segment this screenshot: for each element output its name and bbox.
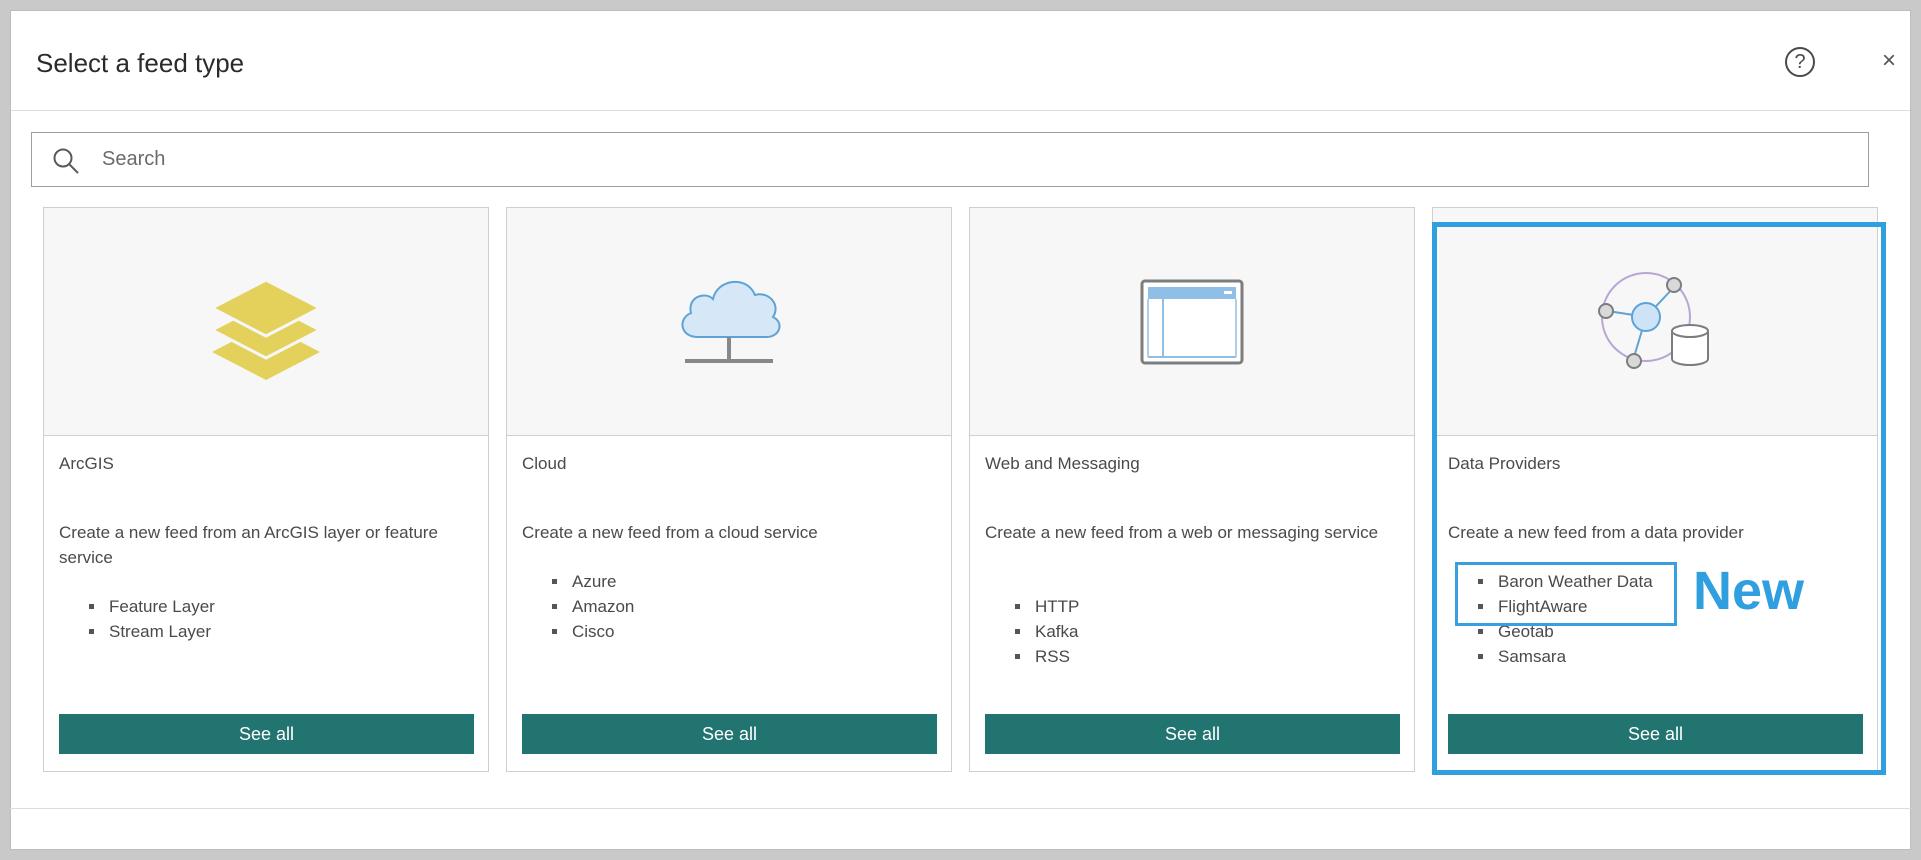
card-description: Create a new feed from a data provider	[1448, 523, 1744, 542]
data-provider-network-icon	[1598, 271, 1709, 369]
help-icon[interactable]: ?	[1785, 47, 1815, 77]
new-annotation-label: New	[1693, 561, 1805, 621]
card-description: Create a new feed from a web or messagin…	[985, 523, 1379, 542]
browser-window-icon	[1140, 279, 1244, 364]
list-item: HTTP	[1014, 594, 1079, 619]
card-visual	[970, 208, 1414, 436]
card-title: Data Providers	[1448, 454, 1561, 473]
list-item: RSS	[1014, 644, 1079, 669]
dialog-title: Select a feed type	[36, 48, 245, 78]
card-title: ArcGIS	[59, 454, 114, 473]
list-item: Azure	[551, 569, 634, 594]
card-title: Web and Messaging	[985, 454, 1140, 473]
list-item: FlightAware	[1478, 594, 1653, 619]
card-item-list: Baron Weather Data FlightAware Geotab Sa…	[1478, 569, 1653, 669]
cloud-network-icon	[681, 280, 781, 363]
list-item: Cisco	[551, 619, 634, 644]
card-visual	[1433, 208, 1877, 436]
list-item: Geotab	[1478, 619, 1653, 644]
list-item: Stream Layer	[89, 619, 215, 644]
dialog-header: Select a feed type ? ×	[11, 11, 1910, 111]
close-icon[interactable]: ×	[1877, 49, 1901, 73]
card-title: Cloud	[522, 454, 567, 473]
card-item-list: HTTP Kafka RSS	[1014, 594, 1079, 669]
card-description: Create a new feed from a cloud service	[522, 523, 818, 542]
see-all-button[interactable]: See all	[1448, 714, 1863, 754]
list-item: Amazon	[551, 594, 634, 619]
card-visual	[507, 208, 951, 436]
card-web-messaging[interactable]: Web and Messaging Create a new feed from…	[969, 207, 1415, 772]
list-item: Samsara	[1478, 644, 1653, 669]
list-item: Baron Weather Data	[1478, 569, 1653, 594]
search-icon	[53, 148, 79, 174]
list-item: Kafka	[1014, 619, 1079, 644]
list-item: Feature Layer	[89, 594, 215, 619]
card-visual	[44, 208, 488, 436]
card-cloud[interactable]: Cloud Create a new feed from a cloud ser…	[506, 207, 952, 772]
card-arcgis[interactable]: ArcGIS Create a new feed from an ArcGIS …	[43, 207, 489, 772]
see-all-button[interactable]: See all	[522, 714, 937, 754]
search-input[interactable]	[102, 133, 1852, 186]
card-item-list: Azure Amazon Cisco	[551, 569, 634, 644]
search-box[interactable]	[31, 132, 1869, 187]
card-description: Create a new feed from an ArcGIS layer o…	[59, 523, 438, 567]
card-item-list: Feature Layer Stream Layer	[89, 594, 215, 644]
see-all-button[interactable]: See all	[985, 714, 1400, 754]
see-all-button[interactable]: See all	[59, 714, 474, 754]
card-data-providers[interactable]: Data Providers Create a new feed from a …	[1432, 207, 1878, 772]
layers-icon	[208, 277, 324, 380]
footer-divider	[10, 808, 1911, 809]
